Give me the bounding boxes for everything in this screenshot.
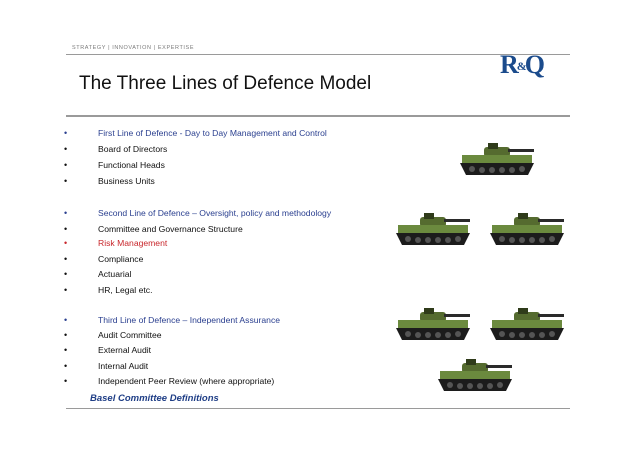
bullet-text: Third Line of Defence – Independent Assu… — [98, 315, 281, 325]
bullet-text: Internal Audit — [98, 361, 149, 371]
bullet-second-line-heading: • Second Line of Defence – Oversight, pol… — [64, 206, 331, 220]
bullet-item: • Compliance — [64, 252, 143, 266]
logo-letter-q: Q — [524, 50, 545, 79]
bullet-text: Risk Management — [98, 238, 168, 248]
bullet-text: Second Line of Defence – Oversight, poli… — [98, 208, 332, 218]
tank-icon — [458, 133, 536, 181]
bullet-dot: • — [64, 160, 68, 170]
tank-icon — [394, 298, 472, 346]
bullet-item: • Internal Audit — [64, 359, 148, 373]
bottom-divider — [66, 408, 570, 409]
bullet-item: • Committee and Governance Structure — [64, 222, 243, 236]
tank-icon — [488, 203, 566, 251]
top-divider — [66, 54, 570, 55]
bullet-text: Board of Directors — [98, 144, 168, 154]
bullet-dot: • — [64, 269, 68, 279]
bullet-dot: • — [64, 330, 68, 340]
bullet-item: • Functional Heads — [64, 158, 165, 172]
bullet-text: Compliance — [98, 254, 144, 264]
bullet-dot: • — [64, 238, 68, 248]
bullet-text: First Line of Defence - Day to Day Manag… — [98, 128, 327, 138]
bullet-text: Business Units — [98, 176, 155, 186]
tank-icon — [436, 349, 514, 397]
bullet-first-line-heading: • First Line of Defence - Day to Day Mana… — [64, 126, 327, 140]
bullet-text: HR, Legal etc. — [98, 285, 153, 295]
bullet-item: • Audit Committee — [64, 328, 162, 342]
slide: STRATEGY | INNOVATION | EXPERTISE R&Q Th… — [0, 0, 638, 452]
bullet-risk-management: • Risk Management — [64, 236, 167, 250]
bullet-item: • Board of Directors — [64, 142, 167, 156]
bullet-dot: • — [64, 208, 68, 218]
bullet-dot: • — [64, 361, 68, 371]
bullet-text: Committee and Governance Structure — [98, 224, 243, 234]
logo-letter-r: R — [500, 50, 519, 79]
bullet-text: Independent Peer Review (where appropria… — [98, 376, 275, 386]
bullet-dot: • — [64, 345, 68, 355]
bullet-item: • External Audit — [64, 343, 151, 357]
basel-footnote: Basel Committee Definitions — [90, 393, 219, 404]
tank-icon — [488, 298, 566, 346]
bullet-item: • Business Units — [64, 174, 155, 188]
bullet-dot: • — [64, 285, 68, 295]
bullet-dot: • — [64, 128, 68, 138]
bullet-text: External Audit — [98, 345, 152, 355]
bullet-dot: • — [64, 176, 68, 186]
slide-title: The Three Lines of Defence Model — [79, 73, 372, 94]
company-logo: R&Q — [500, 50, 545, 81]
bullet-text: Audit Committee — [98, 330, 162, 340]
bullet-dot: • — [64, 144, 68, 154]
tank-icon — [394, 203, 472, 251]
bullet-dot: • — [64, 315, 68, 325]
tagline: STRATEGY | INNOVATION | EXPERTISE — [72, 45, 195, 51]
bullet-text: Functional Heads — [98, 160, 165, 170]
title-divider — [66, 115, 570, 117]
bullet-dot: • — [64, 224, 68, 234]
bullet-item: • Actuarial — [64, 267, 131, 281]
bullet-text: Actuarial — [98, 269, 132, 279]
bullet-item: • HR, Legal etc. — [64, 283, 152, 297]
bullet-third-line-heading: • Third Line of Defence – Independent Ass… — [64, 313, 280, 327]
bullet-item: • Independent Peer Review (where appropri… — [64, 374, 274, 388]
bullet-dot: • — [64, 376, 68, 386]
bullet-dot: • — [64, 254, 68, 264]
